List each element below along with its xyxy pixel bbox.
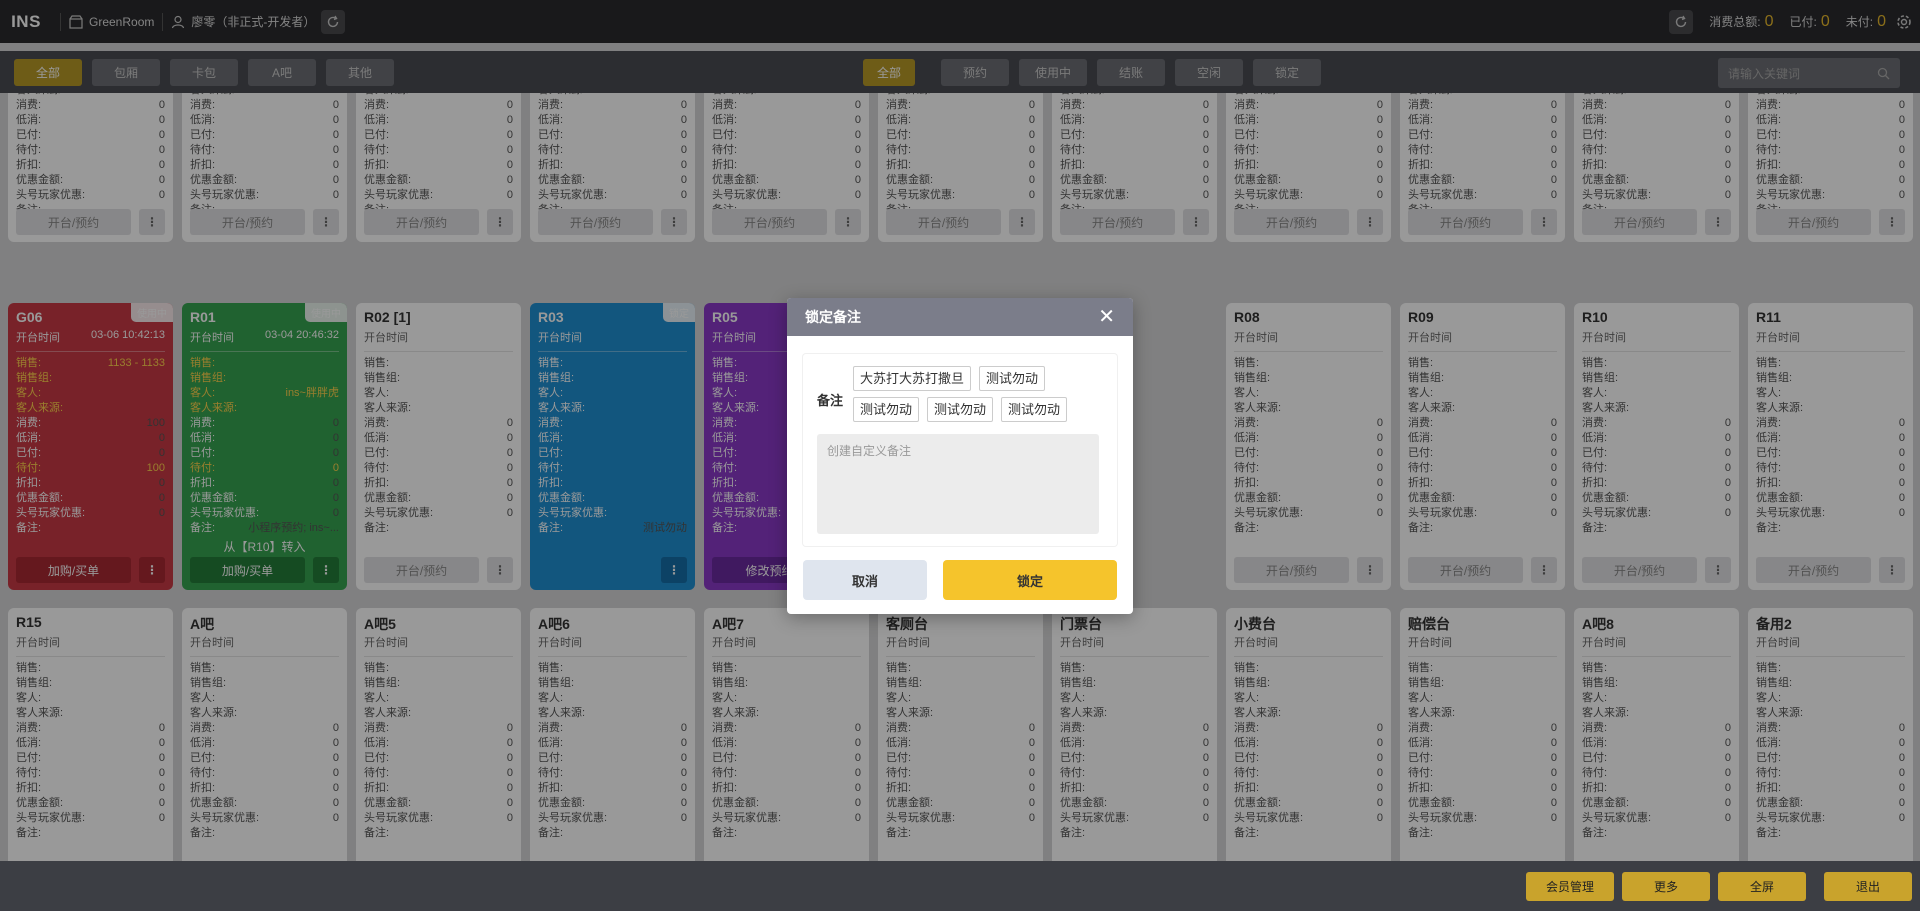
- close-icon[interactable]: ✕: [1098, 307, 1115, 327]
- more-button[interactable]: 更多: [1622, 872, 1710, 901]
- note-tag[interactable]: 测试勿动: [853, 397, 920, 422]
- bottom-bar: 会员管理 更多 全屏 退出: [0, 861, 1920, 911]
- logout-button[interactable]: 退出: [1824, 872, 1912, 901]
- cancel-button[interactable]: 取消: [803, 560, 927, 600]
- member-management-button[interactable]: 会员管理: [1526, 872, 1614, 901]
- note-tag[interactable]: 测试勿动: [927, 397, 994, 422]
- dialog-title: 锁定备注: [805, 309, 861, 325]
- dialog-header: 锁定备注 ✕: [787, 298, 1133, 336]
- lock-confirm-button[interactable]: 锁定: [943, 560, 1117, 600]
- note-label: 备注: [817, 393, 844, 408]
- note-tag[interactable]: 测试勿动: [979, 366, 1046, 391]
- lock-note-dialog: 锁定备注 ✕ 备注 大苏打大苏打撒旦 测试勿动 测试勿动 测试勿动 测试勿动 创…: [787, 298, 1133, 614]
- dialog-body: 备注 大苏打大苏打撒旦 测试勿动 测试勿动 测试勿动 测试勿动 创建自定义备注: [803, 354, 1117, 546]
- note-tags: 大苏打大苏打撒旦 测试勿动 测试勿动 测试勿动 测试勿动: [853, 366, 1083, 422]
- textarea-placeholder: 创建自定义备注: [827, 444, 912, 458]
- fullscreen-button[interactable]: 全屏: [1718, 872, 1806, 901]
- note-tag[interactable]: 大苏打大苏打撒旦: [853, 366, 972, 391]
- note-tag[interactable]: 测试勿动: [1001, 397, 1068, 422]
- custom-note-textarea[interactable]: 创建自定义备注: [817, 434, 1099, 534]
